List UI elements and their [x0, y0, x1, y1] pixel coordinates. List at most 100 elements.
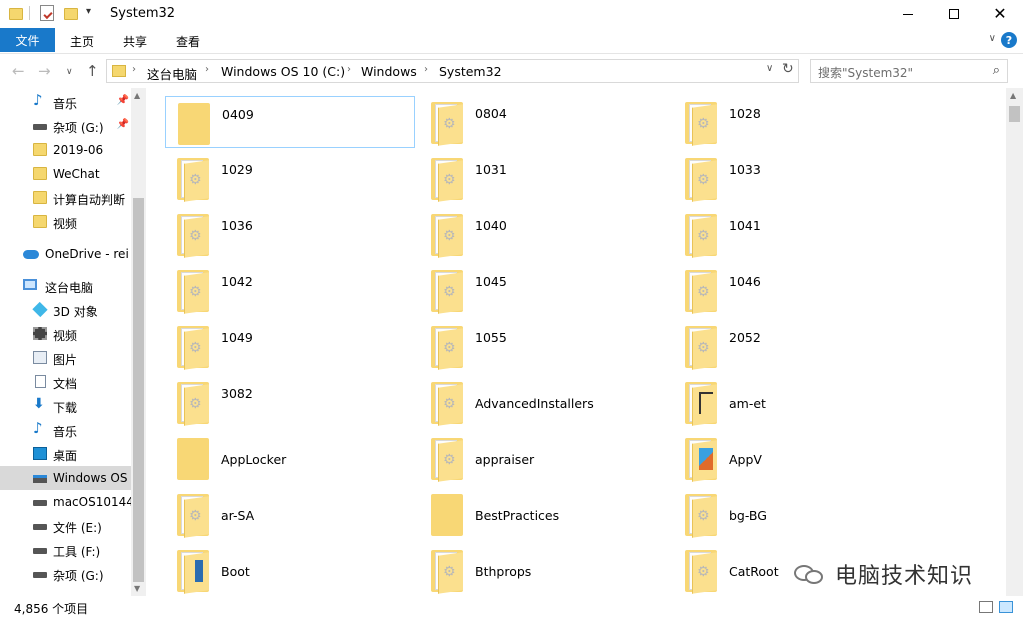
forward-arrow-icon[interactable]: →	[38, 62, 51, 80]
content-scroll-thumb[interactable]	[1009, 106, 1020, 122]
pin-icon[interactable]: 📌	[117, 95, 129, 106]
sidebar-item-drive-e[interactable]: 文件 (E:)	[0, 514, 131, 538]
breadcrumb-system32[interactable]: System32	[439, 64, 502, 79]
maximize-button[interactable]	[931, 0, 977, 28]
sidebar-item-onedrive[interactable]: OneDrive - rei	[0, 242, 131, 266]
sidebar-item-pictures[interactable]: 图片	[0, 346, 131, 370]
large-icons-view-icon[interactable]	[999, 601, 1013, 613]
file-item[interactable]: ⚙ 1046	[673, 264, 923, 316]
scroll-down-icon[interactable]: ▼	[134, 584, 140, 593]
sidebar-item-macos[interactable]: macOS10144	[0, 490, 131, 514]
file-item[interactable]: ⚙ 1055	[419, 320, 669, 372]
help-icon[interactable]: ?	[1001, 32, 1017, 48]
chevron-right-icon[interactable]: ›	[424, 64, 428, 75]
ribbon: 文件 主页 共享 查看 ∨ ?	[0, 28, 1023, 54]
sidebar-scroll-thumb[interactable]	[133, 198, 144, 582]
address-bar[interactable]: › 这台电脑 › Windows OS 10 (C:) › Windows › …	[106, 59, 799, 83]
this-pc-icon	[23, 279, 37, 290]
file-item[interactable]: ⚙ 1042	[165, 264, 415, 316]
file-item[interactable]: AppLocker	[165, 432, 415, 484]
details-view-icon[interactable]	[979, 601, 993, 613]
chevron-down-icon[interactable]: ∨	[989, 33, 996, 44]
file-item[interactable]: am-et	[673, 376, 923, 428]
file-item[interactable]: ⚙ 1028	[673, 96, 923, 148]
file-item[interactable]: ⚙ 1029	[165, 152, 415, 204]
properties-icon[interactable]	[40, 5, 54, 21]
up-arrow-icon[interactable]: ↑	[86, 62, 99, 80]
recent-locations-icon[interactable]: ∨	[66, 67, 73, 77]
chevron-right-icon[interactable]: ›	[205, 64, 209, 75]
file-item[interactable]: ⚙ ar-SA	[165, 488, 415, 540]
breadcrumb-windows[interactable]: Windows	[361, 64, 417, 79]
search-icon[interactable]: ⌕	[993, 63, 1000, 78]
file-item[interactable]: BestPractices	[419, 488, 669, 540]
scroll-up-icon[interactable]: ▲	[1010, 91, 1016, 100]
tab-home[interactable]: 主页	[70, 33, 94, 50]
sidebar-item-auto-judge[interactable]: 计算自动判断	[0, 186, 131, 210]
file-list: 0409 ⚙ 0804 ⚙ 1028 ⚙ 1029 ⚙ 1031 ⚙ 1033 ⚙ 1036 ⚙ 1040 ⚙…	[150, 88, 1006, 596]
file-item[interactable]: ⚙ Bthprops	[419, 544, 669, 596]
chevron-right-icon[interactable]: ›	[132, 64, 136, 75]
file-name: 1049	[221, 330, 253, 345]
breadcrumb-c-drive[interactable]: Windows OS 10 (C:)	[221, 64, 345, 79]
sidebar-item-drive-f[interactable]: 工具 (F:)	[0, 538, 131, 562]
chevron-down-icon[interactable]: ∨	[766, 63, 773, 74]
chevron-right-icon[interactable]: ›	[347, 64, 351, 75]
file-item[interactable]: ⚙ 1040	[419, 208, 669, 260]
folder-icon	[178, 103, 210, 145]
file-item[interactable]: ⚙ 1049	[165, 320, 415, 372]
file-item[interactable]: ⚙ 1031	[419, 152, 669, 204]
file-item[interactable]: AppV	[673, 432, 923, 484]
sidebar-item-label: Windows OS	[53, 471, 128, 485]
sidebar-item-video-folder[interactable]: 视频	[0, 210, 131, 234]
folder-gear-icon: ⚙	[177, 270, 209, 314]
file-item[interactable]: ⚙ 1033	[673, 152, 923, 204]
file-item[interactable]: Boot	[165, 544, 415, 596]
sidebar-item-videos[interactable]: 视频	[0, 322, 131, 346]
sidebar-item-3d-objects[interactable]: 3D 对象	[0, 298, 131, 322]
back-arrow-icon[interactable]: ←	[12, 62, 25, 80]
sidebar-item-this-pc[interactable]: 这台电脑	[0, 274, 131, 298]
drive-icon	[33, 548, 47, 554]
file-item[interactable]: ⚙ 1041	[673, 208, 923, 260]
new-folder-icon[interactable]	[64, 8, 78, 20]
content-scrollbar[interactable]	[1006, 88, 1023, 596]
sidebar-item-documents[interactable]: 文档	[0, 370, 131, 394]
folder-icon[interactable]	[9, 8, 23, 20]
pin-icon[interactable]: 📌	[117, 119, 129, 130]
tab-share[interactable]: 共享	[123, 33, 147, 50]
file-item[interactable]: ⚙ 1036	[165, 208, 415, 260]
file-item[interactable]: ⚙ bg-BG	[673, 488, 923, 540]
sidebar-item-drive-g[interactable]: 杂项 (G:)	[0, 562, 131, 586]
sidebar-item-downloads[interactable]: ⬇ 下载	[0, 394, 131, 418]
file-item[interactable]: ⚙ 0804	[419, 96, 669, 148]
tab-view[interactable]: 查看	[176, 33, 200, 50]
folder-network-icon	[685, 382, 717, 426]
breadcrumb-this-pc[interactable]: 这台电脑	[147, 64, 197, 83]
minimize-button[interactable]	[885, 0, 931, 28]
file-name: AppV	[729, 452, 762, 467]
file-item[interactable]: 0409	[165, 96, 415, 148]
file-item[interactable]: ⚙ appraiser	[419, 432, 669, 484]
refresh-icon[interactable]: ↻	[782, 61, 794, 77]
sidebar-item-music[interactable]: ♪ 音乐	[0, 418, 131, 442]
sidebar-item-2019-06[interactable]: 2019-06	[0, 138, 131, 162]
sidebar-item-wechat[interactable]: WeChat	[0, 162, 131, 186]
file-item[interactable]: ⚙ 1045	[419, 264, 669, 316]
file-item[interactable]: ⚙ AdvancedInstallers	[419, 376, 669, 428]
sidebar-item-windows-os[interactable]: Windows OS	[0, 466, 131, 490]
close-button[interactable]: ✕	[977, 0, 1023, 28]
file-name: 1040	[475, 218, 507, 233]
sidebar-item-drive-g-pinned[interactable]: 杂项 (G:) 📌	[0, 114, 131, 138]
sidebar-item-label: 杂项 (G:)	[53, 121, 104, 135]
file-name: 0409	[222, 107, 254, 122]
file-item[interactable]: ⚙ 2052	[673, 320, 923, 372]
chevron-down-icon[interactable]: ▾	[86, 6, 91, 17]
search-input[interactable]: 搜索"System32" ⌕	[810, 59, 1008, 83]
drive-icon	[33, 500, 47, 506]
tab-file[interactable]: 文件	[0, 28, 55, 52]
file-item[interactable]: ⚙ 3082	[165, 376, 415, 428]
scroll-up-icon[interactable]: ▲	[134, 91, 140, 100]
sidebar-item-music-pinned[interactable]: ♪ 音乐 📌	[0, 90, 131, 114]
sidebar-item-desktop[interactable]: 桌面	[0, 442, 131, 466]
